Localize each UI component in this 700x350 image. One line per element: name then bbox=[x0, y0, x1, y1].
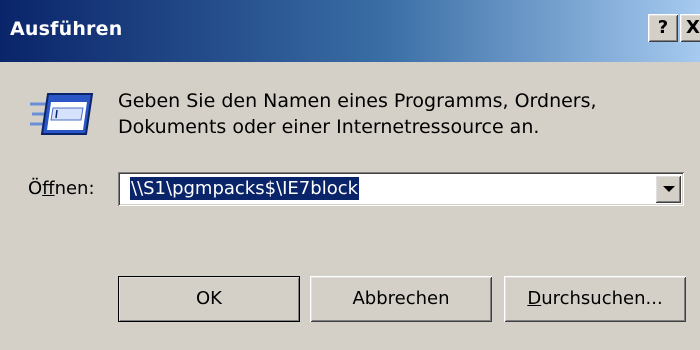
title-bar: Ausführen ? X bbox=[0, 0, 700, 62]
ok-button[interactable]: OK bbox=[118, 276, 300, 322]
cancel-button[interactable]: Abbrechen bbox=[310, 276, 492, 322]
description-line-1: Geben Sie den Namen eines Programms, Ord… bbox=[118, 90, 597, 112]
open-combobox[interactable]: \\S1\pgmpacks$\IE7block bbox=[118, 172, 684, 206]
open-label-prefix: Ö bbox=[28, 178, 43, 199]
help-button[interactable]: ? bbox=[648, 14, 678, 42]
dropdown-button[interactable] bbox=[655, 175, 681, 203]
chevron-down-icon bbox=[663, 186, 675, 192]
open-input-value[interactable]: \\S1\pgmpacks$\IE7block bbox=[130, 177, 360, 200]
browse-label-rest: urchsuchen... bbox=[541, 288, 663, 309]
open-label-suffix: fnen: bbox=[54, 178, 95, 199]
run-dialog-icon bbox=[30, 93, 94, 135]
browse-mnemonic: D bbox=[527, 288, 542, 309]
description-line-2: Dokuments oder einer Internetressource a… bbox=[118, 116, 540, 138]
window-title: Ausführen bbox=[10, 18, 123, 40]
open-label-mnemonic: f bbox=[42, 178, 55, 199]
close-button[interactable]: X bbox=[680, 14, 700, 42]
browse-button[interactable]: Durchsuchen... bbox=[504, 276, 686, 322]
description: Geben Sie den Namen eines Programms, Ord… bbox=[118, 88, 597, 140]
run-dialog: Ausführen ? X Geben Sie den Namen eines … bbox=[0, 0, 700, 350]
open-label: Öffnen: bbox=[28, 177, 95, 201]
